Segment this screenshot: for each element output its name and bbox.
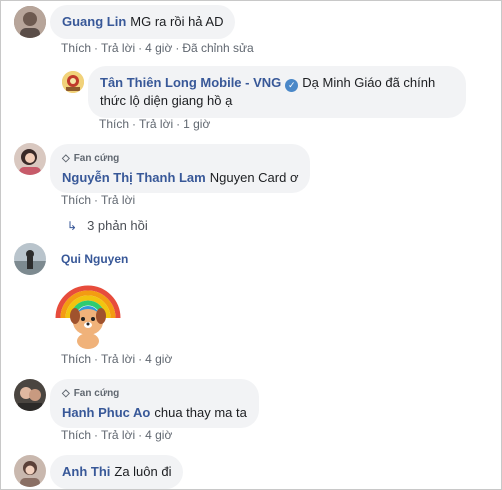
page-logo-icon [62,71,84,93]
avatar[interactable] [14,6,46,38]
avatar-photo [14,455,46,487]
comment-actions: Thích · Trả lời · 4 giờ [61,428,172,442]
separator: · [94,193,99,207]
like-link[interactable]: Thích [61,428,91,442]
sticker-image [55,285,121,349]
reply-actions: Thích · Trả lời · 1 giờ [99,117,210,131]
separator: · [138,41,143,55]
avatar[interactable] [14,455,46,487]
reply-link[interactable]: Trả lời [101,193,135,207]
comment-bubble: Guang Lin MG ra rồi hả AD [50,5,236,39]
comment-author[interactable]: Nguyễn Thị Thanh Lam [62,170,206,185]
comment-author[interactable]: Hanh Phuc Ao [62,405,150,420]
reply-link[interactable]: Trả lời [101,41,135,55]
like-link[interactable]: Thích [61,193,91,207]
fan-badge-label: Fan cứng [73,388,120,399]
edited-label[interactable]: Đã chỉnh sửa [182,41,253,55]
comment-actions: Thích · Trả lời · 4 giờ [61,352,172,366]
separator: · [94,41,99,55]
separator: · [138,428,143,442]
comment-actions: Thích · Trả lời · 4 giờ · Đã chỉnh sửa [61,41,254,55]
avatar-photo [14,143,46,175]
separator: · [94,428,99,442]
like-link[interactable]: Thích [61,352,91,366]
avatar-photo [14,379,46,411]
fan-badge: ◇ Fan cứng [62,150,298,168]
comment-time[interactable]: 4 giờ [145,41,172,55]
reply-arrow-icon: ↳ [67,219,78,233]
avatar[interactable] [14,243,46,275]
comment-bubble: Anh Thi Za luôn đi [50,455,184,489]
comment-text: Nguyen Card ơ [209,170,299,185]
fan-badge-label: Fan cứng [73,153,120,164]
reply-bubble: Tân Thiên Long Mobile - VNG ✓ Dạ Minh Giáo… [88,66,466,118]
page-avatar[interactable] [62,71,84,93]
reply-link[interactable]: Trả lời [101,428,135,442]
diamond-icon: ◇ [62,153,70,164]
like-link[interactable]: Thích [61,41,91,55]
separator: · [176,117,181,131]
verified-badge-icon: ✓ [285,79,299,92]
comment-time[interactable]: 4 giờ [145,352,172,366]
fan-badge: ◇ Fan cứng [62,385,247,403]
separator: · [94,352,99,366]
comment-time[interactable]: 4 giờ [145,428,172,442]
avatar[interactable] [14,379,46,411]
reply-link[interactable]: Trả lời [101,352,135,366]
rainbow-dog-sticker [52,274,124,350]
like-link[interactable]: Thích [99,117,129,131]
comment-text: MG ra rồi hả AD [130,14,224,29]
reply-link[interactable]: Trả lời [139,117,173,131]
avatar[interactable] [14,143,46,175]
avatar-photo [14,6,46,38]
separator: · [132,117,137,131]
comment-author[interactable]: Guang Lin [62,14,126,29]
comment-actions: Thích · Trả lời [61,193,135,207]
separator: · [175,41,180,55]
separator: · [138,352,143,366]
replies-count[interactable]: 3 phản hồi [87,218,148,233]
avatar-photo [14,243,46,275]
comment-text: Za luôn đi [114,464,172,479]
comment-bubble: ◇ Fan cứng Nguyễn Thị Thanh Lam Nguyen Car… [50,144,311,193]
reply-time[interactable]: 1 giờ [183,117,210,131]
reply-author[interactable]: Tân Thiên Long Mobile - VNG [100,75,281,90]
diamond-icon: ◇ [62,388,70,399]
comment-author[interactable]: Anh Thi [62,464,110,479]
comment-author[interactable]: Qui Nguyen [61,252,128,266]
comment-bubble: ◇ Fan cứng Hanh Phuc Ao chua thay ma ta [50,379,259,428]
view-replies-link[interactable]: ↳ 3 phản hồi [67,218,148,233]
comment-text: chua thay ma ta [154,405,247,420]
